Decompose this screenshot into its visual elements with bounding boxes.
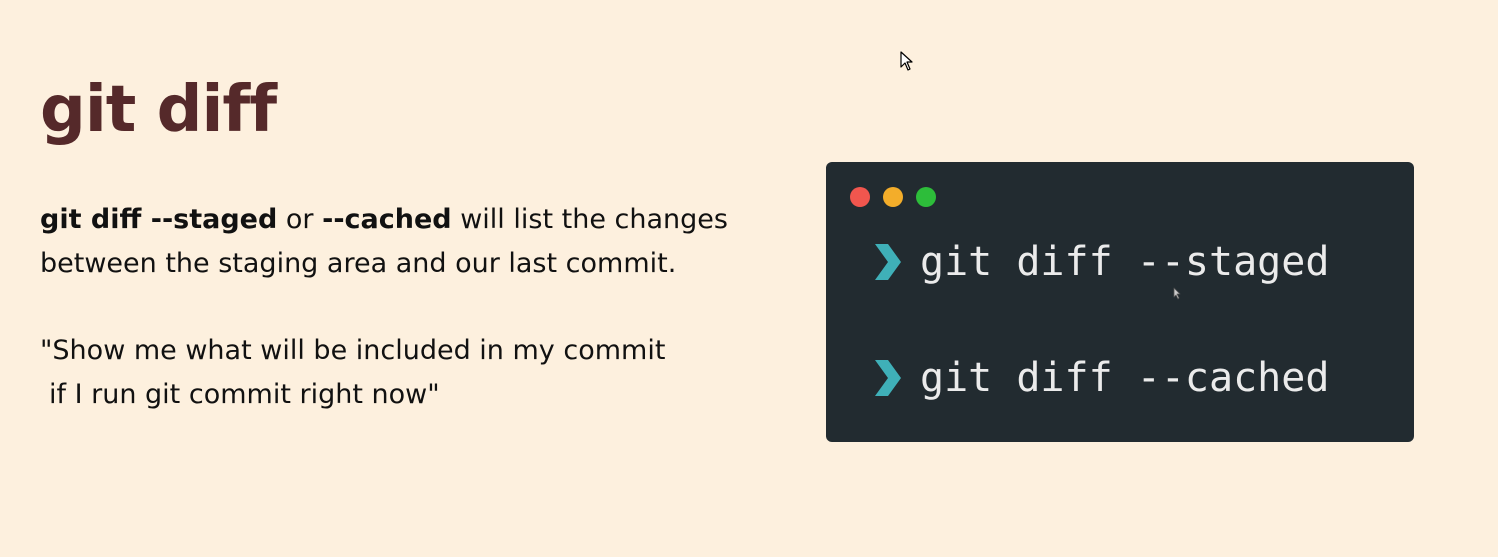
command-line-cached: git diff --cached <box>872 353 1329 403</box>
description-paragraph: git diff --staged or --cached will list … <box>40 198 740 286</box>
description-bold-flag: --cached <box>322 204 452 235</box>
mouse-pointer-icon <box>1173 287 1181 300</box>
slide-title: git diff <box>40 73 277 147</box>
minimize-dot-icon[interactable] <box>883 187 903 207</box>
chevron-right-icon <box>875 360 901 396</box>
quote-line-1: "Show me what will be included in my com… <box>40 335 666 366</box>
window-controls <box>850 187 936 207</box>
maximize-dot-icon[interactable] <box>916 187 936 207</box>
quote-line-2: if I run git commit right now" <box>49 379 440 410</box>
chevron-right-icon <box>875 244 901 280</box>
command-text: git diff --staged <box>920 239 1330 285</box>
mouse-pointer-icon <box>900 51 913 71</box>
slide-body: git diff --staged or --cached will list … <box>40 198 740 417</box>
description-text: or <box>277 204 323 235</box>
terminal-window: git diff --staged git diff --cached <box>826 162 1414 442</box>
command-text: git diff --cached <box>920 355 1330 401</box>
command-line-staged: git diff --staged <box>872 237 1329 287</box>
close-dot-icon[interactable] <box>850 187 870 207</box>
description-bold-command: git diff --staged <box>40 204 278 235</box>
